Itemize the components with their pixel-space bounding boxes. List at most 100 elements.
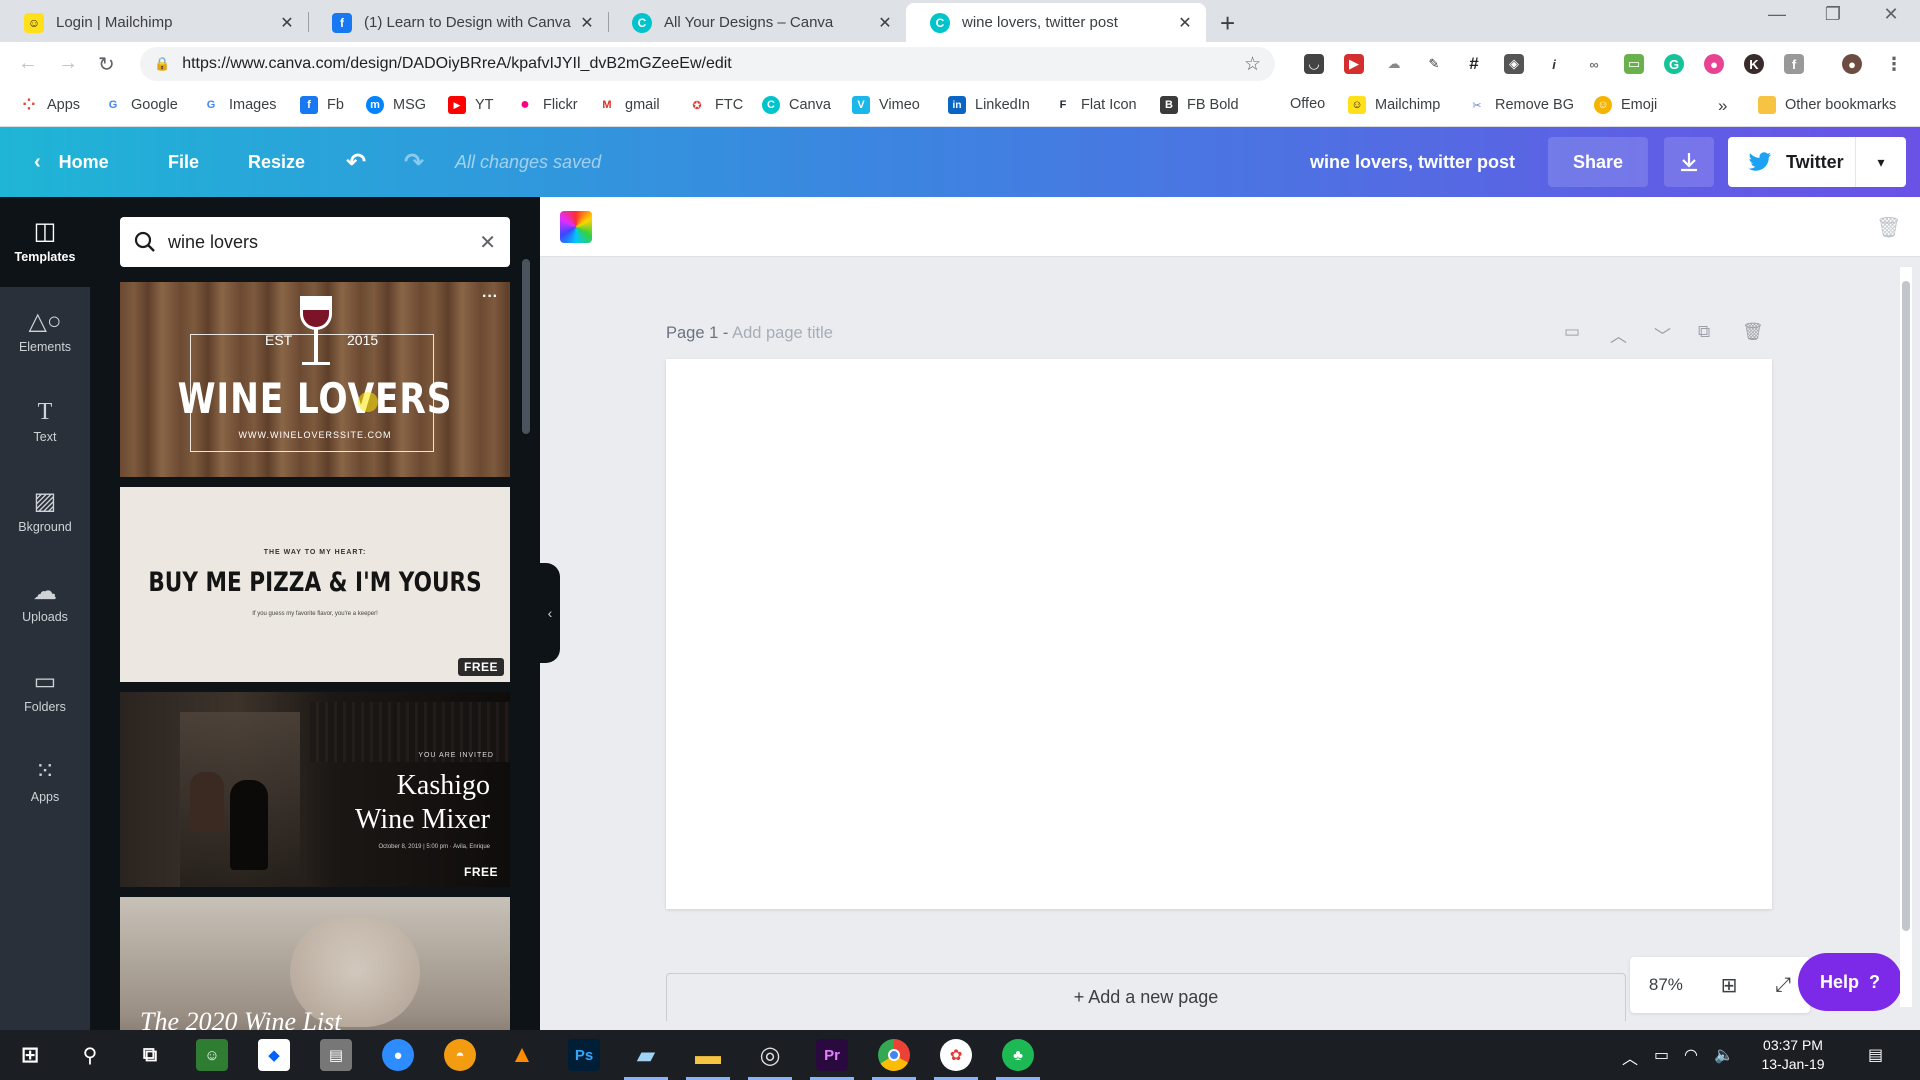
color-extension-icon[interactable]: ●	[1704, 54, 1724, 74]
redo-icon[interactable]: ↷	[404, 127, 424, 197]
rail-uploads[interactable]: ☁ Uploads	[0, 557, 90, 647]
page-title-input[interactable]: Add page title	[732, 324, 833, 342]
browser-tab[interactable]: ☺ Login | Mailchimp ✕	[0, 3, 308, 42]
browser-tab-active[interactable]: C wine lovers, twitter post ✕	[906, 3, 1206, 42]
new-tab-button[interactable]: +	[1220, 8, 1235, 39]
pocket-extension-icon[interactable]: ◡	[1304, 54, 1324, 74]
bookmark-item[interactable]: f Fb	[300, 96, 344, 114]
close-tab-icon[interactable]: ✕	[278, 13, 296, 33]
template-search-field[interactable]: wine lovers ✕	[120, 217, 510, 267]
facebook-extension-icon[interactable]: f	[1784, 54, 1804, 74]
grammarly-extension-icon[interactable]: G	[1664, 54, 1684, 74]
twitter-publish[interactable]: Twitter	[1728, 137, 1856, 187]
close-tab-icon[interactable]: ✕	[578, 13, 596, 33]
task-view-icon[interactable]: ⧉	[134, 1039, 166, 1071]
video-extension-icon[interactable]: ▶	[1344, 54, 1364, 74]
volume-icon[interactable]: 🔈	[1714, 1045, 1734, 1065]
trash-icon[interactable]: 🗑	[1876, 215, 1901, 240]
undo-icon[interactable]: ↶	[346, 127, 366, 197]
menu-kebab-icon[interactable]: ⋮	[1884, 54, 1904, 74]
zoom-app-icon[interactable]: ●	[382, 1039, 414, 1071]
app-icon[interactable]: ◓	[444, 1039, 476, 1071]
system-clock[interactable]: 03:37 PM 13-Jan-19	[1748, 1036, 1838, 1074]
help-button[interactable]: Help ?	[1798, 953, 1902, 1011]
template-card[interactable]: THE WAY TO MY HEART: BUY ME PIZZA & I'M …	[120, 487, 510, 682]
bookmark-star-icon[interactable]: ☆	[1244, 53, 1261, 76]
move-up-icon[interactable]: ︿	[1610, 322, 1627, 347]
windows-start-icon[interactable]: ⊞	[14, 1039, 46, 1071]
editor-scrollbar[interactable]	[1900, 267, 1912, 1007]
shield-extension-icon[interactable]: ◈	[1504, 54, 1524, 74]
k-extension-icon[interactable]: K	[1744, 54, 1764, 74]
bookmark-item[interactable]: C Canva	[762, 96, 831, 114]
close-tab-icon[interactable]: ✕	[876, 13, 894, 33]
hashtag-extension-icon[interactable]: #	[1464, 54, 1484, 74]
cloud-extension-icon[interactable]: ☁	[1384, 54, 1404, 74]
bookmark-item[interactable]: ☺ Mailchimp	[1348, 96, 1440, 114]
rail-apps[interactable]: ⁙ Apps	[0, 737, 90, 827]
browser-tab[interactable]: f (1) Learn to Design with Canva ✕	[308, 3, 608, 42]
link-extension-icon[interactable]: ∞	[1584, 54, 1604, 74]
rail-elements[interactable]: △○ Elements	[0, 287, 90, 377]
chrome-icon[interactable]	[878, 1039, 910, 1071]
share-button[interactable]: Share	[1548, 137, 1648, 187]
bookmark-item[interactable]: ✪ FTC	[688, 96, 743, 114]
rail-templates[interactable]: ◫ Templates	[0, 197, 90, 287]
color-picker-icon[interactable]	[560, 211, 592, 243]
resize-button[interactable]: Resize	[248, 127, 305, 197]
file-menu[interactable]: File	[168, 127, 199, 197]
publish-options-dropdown[interactable]: ▾	[1856, 154, 1906, 171]
battery-icon[interactable]: ▭	[1654, 1045, 1669, 1065]
bookmark-item[interactable]: ⁘ Apps	[20, 96, 80, 114]
notes-app-icon[interactable]: ▰	[630, 1039, 662, 1071]
obs-icon[interactable]: ◎	[754, 1039, 786, 1071]
explorer-app-icon[interactable]: ▤	[320, 1039, 352, 1071]
bookmark-item[interactable]: V Vimeo	[852, 96, 920, 114]
photoshop-icon[interactable]: Ps	[568, 1039, 600, 1071]
show-hidden-icons[interactable]: ︿	[1622, 1045, 1638, 1069]
bookmark-item[interactable]: ☺ Emoji	[1594, 96, 1657, 114]
forward-icon[interactable]: →	[58, 52, 78, 75]
rail-folders[interactable]: ▭ Folders	[0, 647, 90, 737]
bookmark-item[interactable]: B FB Bold	[1160, 96, 1239, 114]
design-title[interactable]: wine lovers, twitter post	[1310, 127, 1515, 197]
collapse-panel-button[interactable]: ‹	[540, 563, 560, 663]
vlc-icon[interactable]: ▲	[506, 1039, 538, 1071]
inbox-extension-icon[interactable]: ▭	[1624, 54, 1644, 74]
bookmark-item[interactable]: ● Flickr	[516, 96, 578, 114]
add-new-page-button[interactable]: + Add a new page	[666, 973, 1626, 1021]
profile-avatar[interactable]: ●	[1842, 54, 1862, 74]
duplicate-page-icon[interactable]: ⧉	[1698, 322, 1710, 342]
home-button[interactable]: ‹ Home	[34, 127, 109, 197]
address-bar[interactable]: 🔒 https://www.canva.com/design/DADOiyBRr…	[140, 47, 1275, 81]
bookmark-item[interactable]: F Flat Icon	[1054, 96, 1137, 114]
bookmark-item[interactable]: Mgmail	[598, 96, 660, 114]
clear-search-icon[interactable]: ✕	[479, 230, 496, 255]
wifi-icon[interactable]: ◠	[1684, 1045, 1698, 1065]
other-bookmarks[interactable]: Other bookmarks	[1758, 96, 1896, 114]
dropbox-icon[interactable]: ◆	[258, 1039, 290, 1071]
bookmark-item[interactable]: ✂ Remove BG	[1468, 96, 1574, 114]
grid-view-icon[interactable]: ⊞	[1721, 973, 1738, 998]
rail-text[interactable]: T Text	[0, 377, 90, 467]
bookmark-item[interactable]: Offeo	[1290, 96, 1325, 112]
bookmark-item[interactable]: in LinkedIn	[948, 96, 1030, 114]
pen-extension-icon[interactable]: ✎	[1424, 54, 1444, 74]
delete-page-icon[interactable]: 🗑	[1742, 322, 1764, 342]
panel-scrollbar[interactable]	[522, 259, 530, 434]
info-extension-icon[interactable]: i	[1544, 54, 1564, 74]
design-page-canvas[interactable]	[666, 359, 1772, 909]
back-icon[interactable]: ←	[18, 52, 38, 75]
restore-button[interactable]: ❐	[1808, 4, 1858, 25]
comment-icon[interactable]: ▭	[1564, 322, 1580, 342]
download-button[interactable]	[1664, 137, 1714, 187]
template-card[interactable]: EST 2015 WINE LOVERS WWW.WINELOVERSSITE.…	[120, 282, 510, 477]
app-icon[interactable]: ♣	[1002, 1039, 1034, 1071]
publish-twitter-button[interactable]: Twitter ▾	[1728, 137, 1906, 187]
more-options-icon[interactable]: ···	[482, 288, 498, 306]
bookmark-item[interactable]: ▶ YT	[448, 96, 494, 114]
more-bookmarks-button[interactable]: »	[1718, 96, 1727, 116]
app-icon[interactable]: ☺	[196, 1039, 228, 1071]
app-icon[interactable]: ✿	[940, 1039, 972, 1071]
zoom-level[interactable]: 87%	[1649, 975, 1683, 995]
